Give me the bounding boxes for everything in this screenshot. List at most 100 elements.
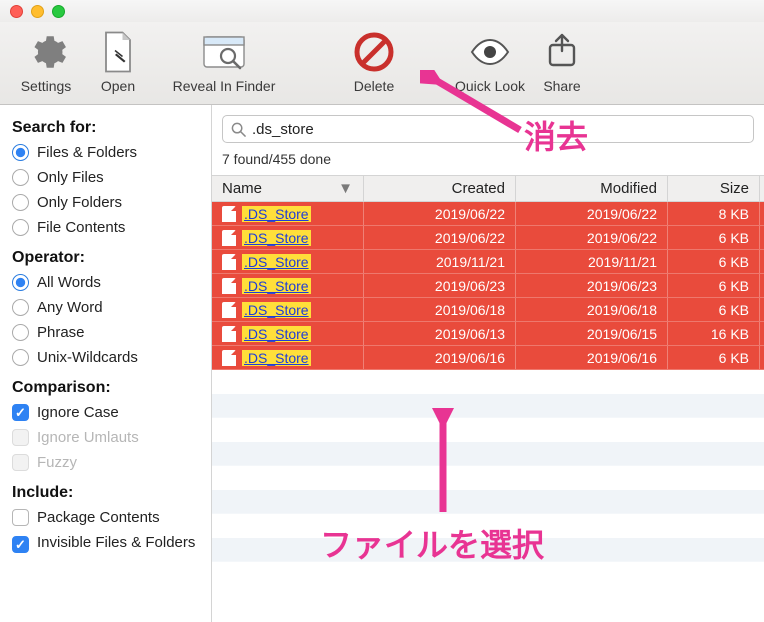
share-icon: [538, 28, 586, 76]
checkbox-icon: [12, 536, 29, 553]
cell-created: 2019/06/16: [364, 346, 516, 369]
minimize-window-button[interactable]: [31, 5, 44, 18]
search-icon: [231, 122, 246, 137]
table-row[interactable]: .DS_Store2019/06/222019/06/226 KB: [212, 226, 764, 250]
include-label: Include:: [12, 484, 199, 502]
table-row[interactable]: .DS_Store2019/06/132019/06/1516 KB: [212, 322, 764, 346]
zoom-window-button[interactable]: [52, 5, 65, 18]
gear-icon: [22, 28, 70, 76]
table-row-empty: [212, 442, 764, 466]
radio-files-folders[interactable]: Files & Folders: [12, 143, 199, 162]
table-row-empty: [212, 370, 764, 394]
operator-label: Operator:: [12, 249, 199, 267]
open-button[interactable]: Open: [82, 28, 154, 94]
col-name[interactable]: Name▼: [212, 176, 364, 201]
col-created[interactable]: Created: [364, 176, 516, 201]
cell-created: 2019/06/22: [364, 226, 516, 249]
col-size[interactable]: Size: [668, 176, 760, 201]
reveal-in-finder-button[interactable]: Reveal In Finder: [154, 28, 294, 94]
cell-size: 16 KB: [668, 322, 760, 345]
close-window-button[interactable]: [10, 5, 23, 18]
cell-size: 6 KB: [668, 274, 760, 297]
main-panel: .ds_store 7 found/455 done Name▼ Created…: [212, 105, 764, 622]
cell-created: 2019/06/22: [364, 202, 516, 225]
file-icon: [222, 326, 236, 342]
cell-size: 6 KB: [668, 250, 760, 273]
col-modified[interactable]: Modified: [516, 176, 668, 201]
filename: .DS_Store: [242, 302, 311, 318]
checkbox-icon: [12, 454, 29, 471]
radio-icon: [12, 144, 29, 161]
table-row[interactable]: .DS_Store2019/06/232019/06/236 KB: [212, 274, 764, 298]
filename: .DS_Store: [242, 326, 311, 342]
delete-label: Delete: [354, 78, 394, 94]
filename: .DS_Store: [242, 278, 311, 294]
table-row-empty: [212, 466, 764, 490]
radio-icon: [12, 274, 29, 291]
radio-only-folders[interactable]: Only Folders: [12, 193, 199, 212]
finder-search-icon: [200, 28, 248, 76]
document-icon: [94, 28, 142, 76]
cell-modified: 2019/06/15: [516, 322, 668, 345]
sidebar: Search for: Files & Folders Only Files O…: [0, 105, 212, 622]
share-button[interactable]: Share: [526, 28, 598, 94]
radio-icon: [12, 299, 29, 316]
table-row-empty: [212, 490, 764, 514]
check-fuzzy: Fuzzy: [12, 453, 199, 472]
sort-desc-icon: ▼: [338, 180, 353, 197]
cell-size: 8 KB: [668, 202, 760, 225]
cell-size: 6 KB: [668, 346, 760, 369]
radio-icon: [12, 194, 29, 211]
table-row[interactable]: .DS_Store2019/06/162019/06/166 KB: [212, 346, 764, 370]
status-text: 7 found/455 done: [212, 147, 764, 175]
radio-only-files[interactable]: Only Files: [12, 168, 199, 187]
titlebar: [0, 0, 764, 22]
checkbox-icon: [12, 429, 29, 446]
file-icon: [222, 206, 236, 222]
check-invisible-files[interactable]: Invisible Files & Folders: [12, 533, 199, 554]
checkbox-icon: [12, 404, 29, 421]
file-icon: [222, 230, 236, 246]
file-icon: [222, 278, 236, 294]
radio-icon: [12, 169, 29, 186]
table-row[interactable]: .DS_Store2019/06/182019/06/186 KB: [212, 298, 764, 322]
radio-icon: [12, 349, 29, 366]
delete-button[interactable]: Delete: [338, 28, 410, 94]
reveal-label: Reveal In Finder: [173, 78, 276, 94]
table-row-empty: [212, 538, 764, 562]
radio-phrase[interactable]: Phrase: [12, 323, 199, 342]
filename: .DS_Store: [242, 230, 311, 246]
check-package-contents[interactable]: Package Contents: [12, 508, 199, 527]
table-row-empty: [212, 394, 764, 418]
checkbox-icon: [12, 509, 29, 526]
prohibited-icon: [350, 28, 398, 76]
cell-modified: 2019/06/22: [516, 226, 668, 249]
table-row[interactable]: .DS_Store2019/06/222019/06/228 KB: [212, 202, 764, 226]
results-table: Name▼ Created Modified Size .DS_Store201…: [212, 175, 764, 622]
quicklook-button[interactable]: Quick Look: [454, 28, 526, 94]
search-for-label: Search for:: [12, 119, 199, 137]
filename: .DS_Store: [242, 350, 311, 366]
radio-icon: [12, 219, 29, 236]
cell-modified: 2019/06/16: [516, 346, 668, 369]
check-ignore-case[interactable]: Ignore Case: [12, 403, 199, 422]
cell-modified: 2019/06/23: [516, 274, 668, 297]
cell-modified: 2019/11/21: [516, 250, 668, 273]
radio-any-word[interactable]: Any Word: [12, 298, 199, 317]
file-icon: [222, 254, 236, 270]
radio-icon: [12, 324, 29, 341]
check-ignore-umlauts: Ignore Umlauts: [12, 428, 199, 447]
table-row[interactable]: .DS_Store2019/11/212019/11/216 KB: [212, 250, 764, 274]
table-row-empty: [212, 418, 764, 442]
search-input[interactable]: .ds_store: [222, 115, 754, 143]
cell-size: 6 KB: [668, 298, 760, 321]
radio-all-words[interactable]: All Words: [12, 273, 199, 292]
settings-button[interactable]: Settings: [10, 28, 82, 94]
share-label: Share: [543, 78, 580, 94]
radio-file-contents[interactable]: File Contents: [12, 218, 199, 237]
quicklook-label: Quick Look: [455, 78, 525, 94]
radio-unix-wildcards[interactable]: Unix-Wildcards: [12, 348, 199, 367]
file-icon: [222, 350, 236, 366]
toolbar: Settings Open Reveal In Finder Delete: [0, 22, 764, 105]
search-value: .ds_store: [252, 121, 745, 138]
